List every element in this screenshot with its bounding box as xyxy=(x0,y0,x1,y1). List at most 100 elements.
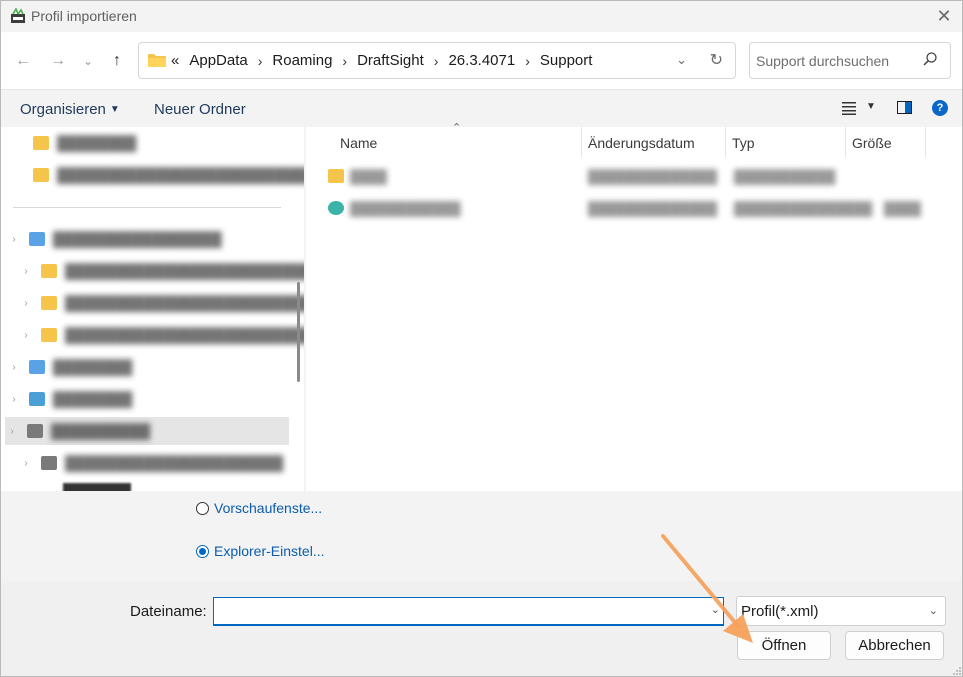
expand-chevron-icon[interactable]: › xyxy=(7,362,21,373)
nav-item-drive[interactable]: › ██████████████████████ xyxy=(19,449,283,477)
expand-chevron-icon[interactable]: › xyxy=(19,330,33,341)
column-divider[interactable] xyxy=(725,127,726,157)
organize-label: Organisieren xyxy=(20,101,106,118)
expand-chevron-icon[interactable]: › xyxy=(19,298,33,309)
file-date: ██████████████ xyxy=(588,169,717,184)
usb-drive-icon xyxy=(41,456,57,470)
column-divider[interactable] xyxy=(581,127,582,157)
breadcrumb-item-roaming[interactable]: Roaming xyxy=(272,52,332,69)
organize-button[interactable]: Organisieren ▼ xyxy=(20,101,120,118)
radio-preview[interactable] xyxy=(196,501,209,515)
nav-item-label: ████████ xyxy=(53,391,133,407)
chevron-down-icon[interactable]: ⌄ xyxy=(929,604,938,617)
expand-chevron-icon[interactable]: › xyxy=(19,266,33,277)
caret-down-icon: ▼ xyxy=(109,104,120,115)
nav-item-label: ██████████████████████████ xyxy=(65,295,304,311)
breadcrumb-chevron-icon[interactable]: › xyxy=(525,53,530,69)
breadcrumb-item-support[interactable]: Support xyxy=(540,52,593,69)
view-options-caret-icon[interactable]: ▼ xyxy=(866,101,876,112)
filename-dropdown-chevron-icon[interactable]: ⌄ xyxy=(711,603,720,616)
folder-icon xyxy=(33,136,49,150)
file-name: ████ xyxy=(350,169,387,184)
file-row[interactable]: ████ ██████████████ ███████████ xyxy=(324,161,934,191)
nav-item-onedrive[interactable]: › ████████ xyxy=(7,353,132,381)
breadcrumb-chevron-icon[interactable]: › xyxy=(258,53,263,69)
window-title: Profil importieren xyxy=(31,8,137,24)
forward-arrow-icon[interactable]: → xyxy=(47,50,69,72)
breadcrumb-item-draftsight[interactable]: DraftSight xyxy=(357,52,424,69)
file-name: ████████████ xyxy=(350,201,461,216)
nav-item-label: ██████████ xyxy=(51,423,151,439)
cancel-button[interactable]: Abbrechen xyxy=(845,631,944,660)
search-icon[interactable] xyxy=(922,51,938,67)
explorer-settings-option[interactable]: Explorer-Einstel... xyxy=(196,543,324,559)
preview-pane-option[interactable]: Vorschaufenste... xyxy=(196,500,322,516)
folder-icon xyxy=(33,168,49,182)
explorer-settings-label[interactable]: Explorer-Einstel... xyxy=(214,543,324,559)
nav-item-folder[interactable]: › ██████████████████████████ xyxy=(19,257,304,285)
dialog-options: Vorschaufenste... Explorer-Einstel... xyxy=(1,491,962,581)
recent-locations-chevron-icon[interactable]: ⌄ xyxy=(77,50,99,72)
nav-item-label: ██████████████████████████ xyxy=(65,327,304,343)
nav-item-drive-selected[interactable]: › ██████████ xyxy=(5,417,289,445)
view-list-icon[interactable] xyxy=(842,101,856,115)
nav-item-this-pc[interactable]: › ████████ xyxy=(7,385,132,413)
column-header-size[interactable]: Größe xyxy=(852,127,892,157)
preview-pane-icon[interactable] xyxy=(897,101,912,114)
column-header-type[interactable]: Typ xyxy=(732,127,755,157)
navigation-pane[interactable]: ████████ ██████████████████████████ › ██… xyxy=(1,127,304,491)
expand-chevron-icon[interactable]: › xyxy=(7,234,21,245)
resize-grip-icon[interactable] xyxy=(952,666,962,676)
nav-item-folder[interactable]: ████████ xyxy=(11,129,136,157)
file-icon xyxy=(328,201,344,215)
breadcrumb-item-version[interactable]: 26.3.4071 xyxy=(448,52,515,69)
address-dropdown-chevron-icon[interactable]: ⌄ xyxy=(676,52,687,68)
cloud-icon xyxy=(29,232,45,246)
filename-input[interactable]: ⌄ xyxy=(213,597,724,626)
folder-icon xyxy=(41,264,57,278)
breadcrumb-item-appdata[interactable]: AppData xyxy=(189,52,247,69)
expand-chevron-icon[interactable]: › xyxy=(7,394,21,405)
address-bar[interactable]: « AppData › Roaming › DraftSight › 26.3.… xyxy=(138,42,736,79)
file-row[interactable]: ████████████ ██████████████ ████████████… xyxy=(324,193,934,223)
expand-chevron-icon[interactable]: › xyxy=(5,426,19,437)
refresh-icon[interactable]: ↻ xyxy=(710,50,723,70)
nav-divider xyxy=(13,207,281,208)
open-button[interactable]: Öffnen xyxy=(737,631,831,660)
cloud-icon xyxy=(29,360,45,374)
column-header-name[interactable]: Name xyxy=(340,127,377,157)
breadcrumb: « AppData › Roaming › DraftSight › 26.3.… xyxy=(171,52,592,69)
sort-ascending-icon: ⌃ xyxy=(452,122,462,134)
dialog-footer: Dateiname: ⌄ Profil(*.xml) ⌄ Öffnen Abbr… xyxy=(1,581,962,676)
nav-item-label: ██████████████████████ xyxy=(65,455,284,471)
new-folder-button[interactable]: Neuer Ordner xyxy=(154,101,246,118)
file-type: ███████████████ xyxy=(734,201,873,216)
breadcrumb-overflow[interactable]: « xyxy=(171,52,179,69)
file-type-filter[interactable]: Profil(*.xml) ⌄ xyxy=(736,596,946,626)
column-divider[interactable] xyxy=(925,127,926,157)
nav-item-cloud[interactable]: › █████████████████ xyxy=(7,225,222,253)
back-arrow-icon[interactable]: ← xyxy=(12,50,34,72)
nav-item-folder[interactable]: › ██████████████████████████ xyxy=(19,289,304,317)
search-box[interactable]: Support durchsuchen xyxy=(749,42,951,79)
nav-item-label: ████████ xyxy=(57,135,137,151)
file-type-filter-value: Profil(*.xml) xyxy=(741,603,819,620)
column-divider[interactable] xyxy=(845,127,846,157)
column-header-modified[interactable]: Änderungsdatum xyxy=(588,127,695,157)
expand-chevron-icon[interactable]: › xyxy=(19,458,33,469)
up-arrow-icon[interactable]: ↑ xyxy=(106,50,128,72)
breadcrumb-chevron-icon[interactable]: › xyxy=(342,53,347,69)
preview-pane-label[interactable]: Vorschaufenste... xyxy=(214,500,322,516)
nav-scrollbar[interactable] xyxy=(297,282,300,382)
folder-icon xyxy=(41,328,57,342)
filename-label: Dateiname: xyxy=(130,603,207,620)
nav-item-folder[interactable]: ██████████████████████████ xyxy=(11,161,304,189)
radio-explorer[interactable] xyxy=(196,544,209,558)
help-icon[interactable]: ? xyxy=(932,100,948,116)
breadcrumb-chevron-icon[interactable]: › xyxy=(434,53,439,69)
folder-icon xyxy=(41,296,57,310)
nav-item-label: █████████████████ xyxy=(53,231,222,247)
nav-item-folder[interactable]: › ██████████████████████████ xyxy=(19,321,304,349)
close-icon[interactable]: ✕ xyxy=(934,6,954,26)
file-list[interactable]: ⌃ Name Änderungsdatum Typ Größe ████ ███… xyxy=(306,122,962,491)
